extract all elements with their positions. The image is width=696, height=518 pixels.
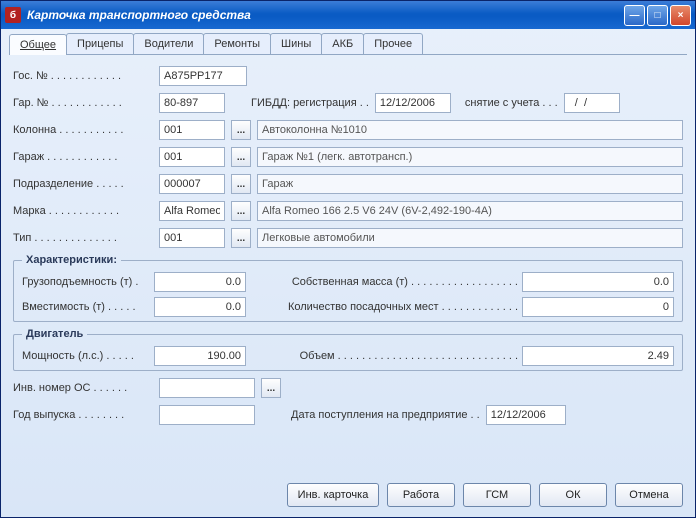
label-power: Мощность (л.с.) . . . . . bbox=[22, 350, 150, 362]
marka-code-field[interactable] bbox=[159, 201, 225, 221]
label-gruz: Грузоподъемность (т) . bbox=[22, 276, 150, 288]
kolonna-desc-field bbox=[257, 120, 683, 140]
tab-battery[interactable]: АКБ bbox=[321, 33, 364, 54]
year-field[interactable] bbox=[159, 405, 255, 425]
tip-code-field[interactable] bbox=[159, 228, 225, 248]
titlebar: б Карточка транспортного средства — □ × bbox=[1, 1, 695, 29]
label-posad: Количество посадочных мест . . . . . . .… bbox=[288, 301, 518, 313]
window-title: Карточка транспортного средства bbox=[27, 8, 624, 22]
inv-os-field[interactable] bbox=[159, 378, 255, 398]
inv-os-picker-button[interactable]: ... bbox=[261, 378, 281, 398]
power-field[interactable] bbox=[154, 346, 246, 366]
label-garazh: Гараж . . . . . . . . . . . . bbox=[13, 151, 153, 163]
kolonna-picker-button[interactable]: ... bbox=[231, 120, 251, 140]
tip-picker-button[interactable]: ... bbox=[231, 228, 251, 248]
work-button[interactable]: Работа bbox=[387, 483, 455, 507]
gos-no-field[interactable] bbox=[159, 66, 247, 86]
marka-picker-button[interactable]: ... bbox=[231, 201, 251, 221]
label-gibdd-off: снятие с учета . . . bbox=[465, 97, 558, 109]
characteristics-legend: Характеристики: bbox=[22, 254, 121, 266]
tab-drivers[interactable]: Водители bbox=[133, 33, 204, 54]
garazh-code-field[interactable] bbox=[159, 147, 225, 167]
gibdd-off-date[interactable] bbox=[564, 93, 620, 113]
posad-field[interactable] bbox=[522, 297, 674, 317]
gruz-field[interactable] bbox=[154, 272, 246, 292]
tip-desc-field bbox=[257, 228, 683, 248]
label-gar-no: Гар. № . . . . . . . . . . . . bbox=[13, 97, 153, 109]
label-date-in: Дата поступления на предприятие . . bbox=[291, 409, 480, 421]
volume-field[interactable] bbox=[522, 346, 674, 366]
label-kolonna: Колонна . . . . . . . . . . . bbox=[13, 124, 153, 136]
minimize-button[interactable]: — bbox=[624, 5, 645, 26]
tabs-bar: Общее Прицепы Водители Ремонты Шины АКБ … bbox=[9, 33, 687, 55]
sobmass-field[interactable] bbox=[522, 272, 674, 292]
label-vmest: Вместимость (т) . . . . . bbox=[22, 301, 150, 313]
gibdd-reg-date[interactable] bbox=[375, 93, 451, 113]
vehicle-card-window: б Карточка транспортного средства — □ × … bbox=[0, 0, 696, 518]
label-gibdd-reg: ГИБДД: регистрация . . bbox=[251, 97, 369, 109]
label-gos-no: Гос. № . . . . . . . . . . . . bbox=[13, 70, 153, 82]
tab-tires[interactable]: Шины bbox=[270, 33, 322, 54]
ok-button[interactable]: ОК bbox=[539, 483, 607, 507]
engine-legend: Двигатель bbox=[22, 328, 87, 340]
gsm-button[interactable]: ГСМ bbox=[463, 483, 531, 507]
label-sobmass: Собственная масса (т) . . . . . . . . . … bbox=[292, 276, 518, 288]
label-podrazd: Подразделение . . . . . bbox=[13, 178, 153, 190]
inv-card-button[interactable]: Инв. карточка bbox=[287, 483, 379, 507]
tab-general[interactable]: Общее bbox=[9, 34, 67, 55]
tab-trailers[interactable]: Прицепы bbox=[66, 33, 134, 54]
podrazd-desc-field bbox=[257, 174, 683, 194]
label-tip: Тип . . . . . . . . . . . . . . bbox=[13, 232, 153, 244]
podrazd-picker-button[interactable]: ... bbox=[231, 174, 251, 194]
garazh-desc-field bbox=[257, 147, 683, 167]
podrazd-code-field[interactable] bbox=[159, 174, 225, 194]
label-marka: Марка . . . . . . . . . . . . bbox=[13, 205, 153, 217]
tab-repairs[interactable]: Ремонты bbox=[203, 33, 271, 54]
garazh-picker-button[interactable]: ... bbox=[231, 147, 251, 167]
label-volume: Объем . . . . . . . . . . . . . . . . . … bbox=[300, 350, 518, 362]
kolonna-code-field[interactable] bbox=[159, 120, 225, 140]
date-in-field[interactable] bbox=[486, 405, 566, 425]
marka-desc-field bbox=[257, 201, 683, 221]
label-year: Год выпуска . . . . . . . . bbox=[13, 409, 153, 421]
characteristics-group: Характеристики: Грузоподъемность (т) . С… bbox=[13, 254, 683, 322]
engine-group: Двигатель Мощность (л.с.) . . . . . Объе… bbox=[13, 328, 683, 371]
gar-no-field[interactable] bbox=[159, 93, 225, 113]
label-inv-os: Инв. номер ОС . . . . . . bbox=[13, 382, 153, 394]
close-button[interactable]: × bbox=[670, 5, 691, 26]
footer-buttons: Инв. карточка Работа ГСМ ОК Отмена bbox=[287, 483, 683, 507]
app-icon: б bbox=[5, 7, 21, 23]
vmest-field[interactable] bbox=[154, 297, 246, 317]
cancel-button[interactable]: Отмена bbox=[615, 483, 683, 507]
tab-other[interactable]: Прочее bbox=[363, 33, 423, 54]
maximize-button[interactable]: □ bbox=[647, 5, 668, 26]
